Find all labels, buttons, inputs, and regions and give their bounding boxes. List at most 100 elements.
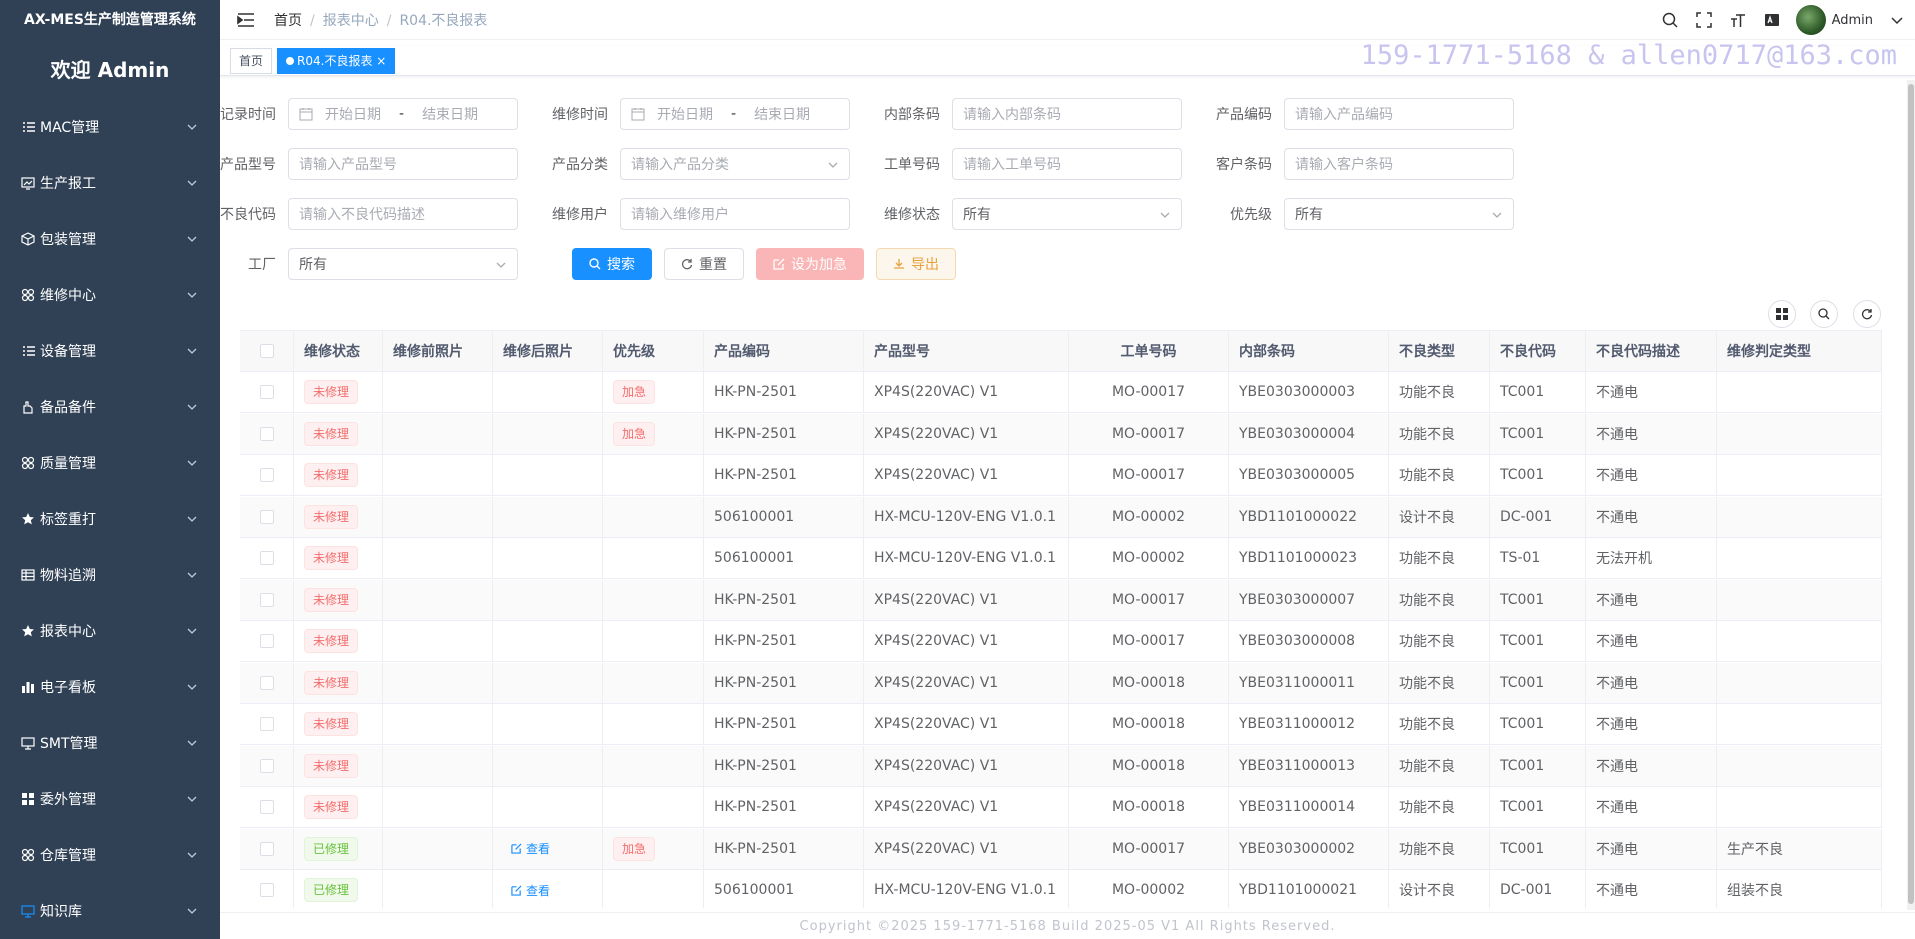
search-icon[interactable] xyxy=(1660,10,1680,30)
table-row[interactable]: 未修理 HK-PN-2501 XP4S(220VAC) V1 MO-00018 YBE0… xyxy=(240,662,1882,704)
view-link[interactable]: 查看 xyxy=(511,882,550,899)
search-button[interactable]: 搜索 xyxy=(572,248,652,280)
column-header[interactable]: 维修前照片 xyxy=(383,331,493,371)
edit-icon xyxy=(773,258,785,270)
table-row[interactable]: 未修理 HK-PN-2501 XP4S(220VAC) V1 MO-00018 YBE0… xyxy=(240,787,1882,828)
export-button[interactable]: 导出 xyxy=(876,248,956,280)
toggle-search-button[interactable] xyxy=(1810,300,1838,328)
table-row[interactable]: 未修理 506100001 HX-MCU-120V-ENG V1.0.1 MO-000… xyxy=(240,538,1882,579)
checkbox[interactable] xyxy=(259,468,274,482)
checkbox[interactable] xyxy=(259,344,274,358)
column-header[interactable]: 维修判定类型 xyxy=(1717,331,1882,371)
table-row[interactable]: 已修理 查看 506100001 HX-MCU-120V-ENG V1.0.1 MO-0… xyxy=(240,870,1882,908)
tag-home[interactable]: 首页 xyxy=(230,47,273,74)
tag-current[interactable]: R04.不良报表 × xyxy=(277,47,396,74)
work-order-input[interactable]: 请输入工单号码 xyxy=(952,148,1182,180)
product-code-input[interactable]: 请输入产品编码 xyxy=(1284,98,1514,130)
close-icon[interactable]: × xyxy=(372,54,386,68)
column-header[interactable]: 产品型号 xyxy=(864,331,1069,371)
column-header[interactable]: 内部条码 xyxy=(1229,331,1389,371)
end-date[interactable]: 结束日期 xyxy=(754,104,810,124)
column-header[interactable]: 不良代码 xyxy=(1490,331,1586,371)
checkbox[interactable] xyxy=(259,883,274,897)
table-row[interactable]: 未修理 加急 HK-PN-2501 XP4S(220VAC) V1 MO-00017 YB… xyxy=(240,413,1882,455)
factory-select[interactable]: 所有 xyxy=(288,248,518,280)
repair-time-range[interactable]: 开始日期 - 结束日期 xyxy=(620,98,850,130)
repair-user-input[interactable]: 请输入维修用户 xyxy=(620,198,850,230)
checkbox[interactable] xyxy=(259,717,274,731)
table-row[interactable]: 已修理 查看 加急 HK-PN-2501 XP4S(220VAC) V1 MO-00017… xyxy=(240,828,1882,870)
column-header[interactable]: 不良类型 xyxy=(1389,331,1490,371)
translate-icon[interactable] xyxy=(1762,10,1782,30)
row-checkbox-cell xyxy=(240,870,294,908)
sidebar-item[interactable]: 标签重打 xyxy=(0,491,220,547)
after-photo-cell xyxy=(493,745,603,786)
customer-code-input[interactable]: 请输入客户条码 xyxy=(1284,148,1514,180)
table-row[interactable]: 未修理 HK-PN-2501 XP4S(220VAC) V1 MO-00017 YBE0… xyxy=(240,579,1882,621)
avatar[interactable] xyxy=(1795,5,1826,35)
checkbox[interactable] xyxy=(259,551,274,565)
sidebar-item[interactable]: 物料追溯 xyxy=(0,547,220,603)
sidebar-item[interactable]: 仓库管理 xyxy=(0,827,220,883)
set-urgent-button[interactable]: 设为加急 xyxy=(756,248,864,280)
table-row[interactable]: 未修理 加急 HK-PN-2501 XP4S(220VAC) V1 MO-00017 YB… xyxy=(240,372,1882,413)
product-model-input[interactable]: 请输入产品型号 xyxy=(288,148,518,180)
column-header[interactable]: 工单号码 xyxy=(1069,331,1229,371)
end-date[interactable]: 结束日期 xyxy=(422,104,478,124)
grid-icon xyxy=(20,287,36,303)
reset-button[interactable]: 重置 xyxy=(664,248,744,280)
breadcrumb-home[interactable]: 首页 xyxy=(274,13,302,29)
checkbox[interactable] xyxy=(259,634,274,648)
select-all-checkbox[interactable] xyxy=(240,331,294,371)
sidebar-item[interactable]: 质量管理 xyxy=(0,435,220,491)
sidebar-item[interactable]: 委外管理 xyxy=(0,771,220,827)
sidebar-item[interactable]: 生产报工 xyxy=(0,155,220,211)
checkbox[interactable] xyxy=(259,509,274,524)
column-toggle-button[interactable] xyxy=(1768,300,1796,328)
sidebar-item[interactable]: 维修中心 xyxy=(0,267,220,323)
product-category-select[interactable]: 请输入产品分类 xyxy=(620,148,850,180)
sidebar-item[interactable]: 知识库 xyxy=(0,883,220,939)
chevron-down-icon[interactable] xyxy=(1887,10,1907,30)
checkbox[interactable] xyxy=(259,426,274,441)
font-size-icon[interactable] xyxy=(1728,10,1748,30)
vertical-scrollbar[interactable] xyxy=(1907,80,1915,910)
defect-code-input[interactable]: 请输入不良代码描述 xyxy=(288,198,518,230)
fullscreen-icon[interactable] xyxy=(1694,10,1714,30)
sidebar-item[interactable]: MAC管理 xyxy=(0,99,220,155)
repair-status-select[interactable]: 所有 xyxy=(952,198,1182,230)
priority-select[interactable]: 所有 xyxy=(1284,198,1514,230)
table-row[interactable]: 未修理 506100001 HX-MCU-120V-ENG V1.0.1 MO-000… xyxy=(240,496,1882,538)
table-row[interactable]: 未修理 HK-PN-2501 XP4S(220VAC) V1 MO-00018 YBE0… xyxy=(240,704,1882,745)
checkbox[interactable] xyxy=(259,592,274,607)
column-header[interactable]: 优先级 xyxy=(603,331,704,371)
sidebar-item[interactable]: 报表中心 xyxy=(0,603,220,659)
checkbox[interactable] xyxy=(259,841,274,856)
view-link[interactable]: 查看 xyxy=(511,840,550,857)
sidebar-item[interactable]: 电子看板 xyxy=(0,659,220,715)
column-header[interactable]: 不良代码描述 xyxy=(1586,331,1717,371)
sidebar-item[interactable]: 设备管理 xyxy=(0,323,220,379)
table-row[interactable]: 未修理 HK-PN-2501 XP4S(220VAC) V1 MO-00017 YBE0… xyxy=(240,455,1882,496)
start-date[interactable]: 开始日期 xyxy=(657,104,713,124)
column-header[interactable]: 维修后照片 xyxy=(493,331,603,371)
column-header[interactable]: 维修状态 xyxy=(294,331,383,371)
refresh-button[interactable] xyxy=(1853,300,1881,328)
checkbox[interactable] xyxy=(259,675,274,690)
checkbox[interactable] xyxy=(259,385,274,399)
breadcrumb-report-center[interactable]: 报表中心 xyxy=(323,13,379,29)
sidebar-item[interactable]: 备品备件 xyxy=(0,379,220,435)
record-time-range[interactable]: 开始日期 - 结束日期 xyxy=(288,98,518,130)
column-header[interactable]: 产品编码 xyxy=(704,331,864,371)
checkbox[interactable] xyxy=(259,800,274,814)
inner-code-input[interactable]: 请输入内部条码 xyxy=(952,98,1182,130)
hamburger-icon[interactable] xyxy=(236,10,256,30)
checkbox[interactable] xyxy=(259,758,274,773)
user-name[interactable]: Admin xyxy=(1832,13,1873,28)
table-row[interactable]: 未修理 HK-PN-2501 XP4S(220VAC) V1 MO-00017 YBE0… xyxy=(240,621,1882,662)
scrollbar-thumb[interactable] xyxy=(1908,84,1914,904)
sidebar-item[interactable]: SMT管理 xyxy=(0,715,220,771)
table-row[interactable]: 未修理 HK-PN-2501 XP4S(220VAC) V1 MO-00018 YBE0… xyxy=(240,745,1882,787)
sidebar-item[interactable]: 包装管理 xyxy=(0,211,220,267)
start-date[interactable]: 开始日期 xyxy=(325,104,381,124)
